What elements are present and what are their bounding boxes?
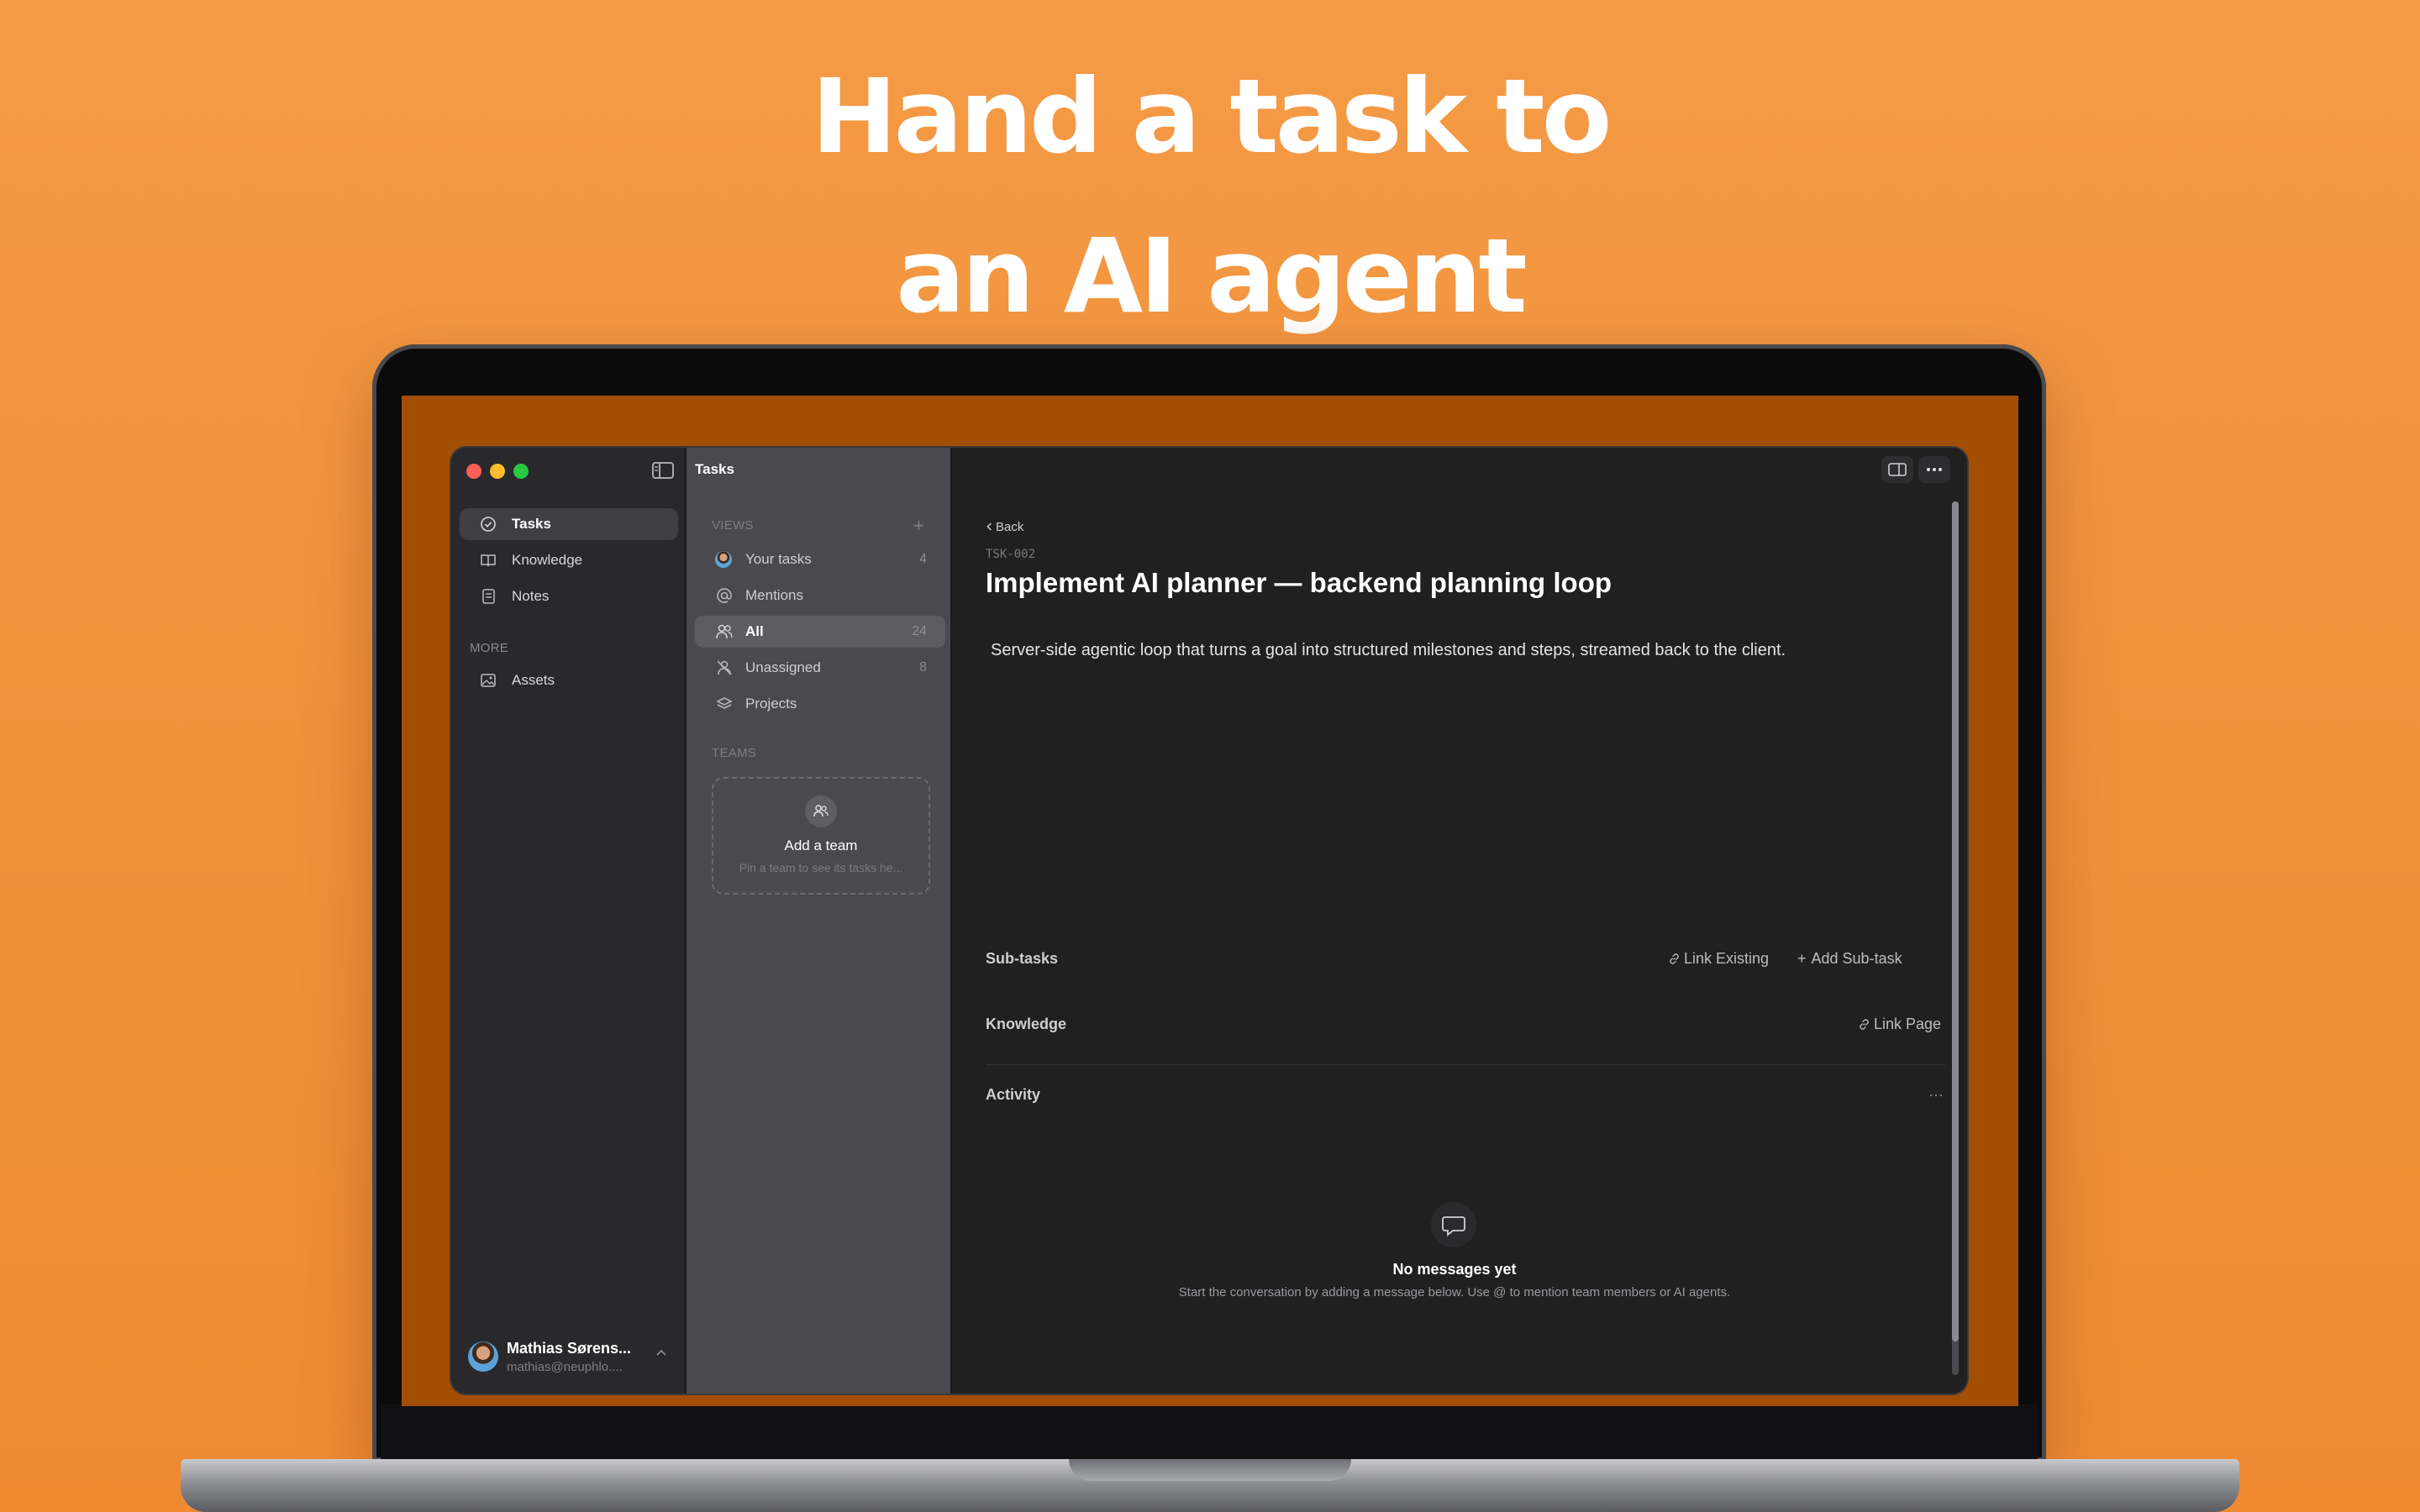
view-count: 4 [919,552,927,566]
app-window: Tasks Knowledge Notes MORE Assets Mathia… [451,448,1967,1394]
headline-line-1: Hand a task to [811,57,1612,176]
laptop-screen: Tasks Knowledge Notes MORE Assets Mathia… [402,396,2018,1406]
sidebar-item-label: Tasks [512,516,551,532]
sidebar-item-label: Notes [512,588,550,604]
scrollbar-thumb[interactable] [1952,501,1959,1341]
task-description[interactable]: Server-side agentic loop that turns a go… [991,641,1786,660]
laptop-notch [1069,1459,1351,1481]
view-label: Projects [745,696,797,711]
empty-state-subtitle: Start the conversation by adding a messa… [1178,1285,1731,1299]
split-view-button[interactable] [1881,456,1913,483]
activity-options-button[interactable]: ··· [1928,1086,1944,1104]
person-slash-icon [717,660,732,675]
views-section-label: VIEWS [712,518,754,533]
sidebar-item-label: Assets [512,672,555,688]
link-icon [1860,1019,1869,1030]
notes-icon [482,589,495,604]
sidebar-section-more: MORE [470,641,509,655]
plus-icon: + [1797,950,1807,967]
view-count: 24 [912,624,927,638]
user-email: mathias@neuphlo.... [507,1360,623,1374]
at-icon [717,588,732,603]
view-label: Unassigned [745,659,821,675]
view-label: All [745,623,764,639]
add-subtask-label: Add Sub-task [1811,950,1902,967]
sidebar-item-tasks[interactable]: Tasks [460,508,678,540]
back-button[interactable]: Back [986,520,1023,534]
view-count: 8 [919,660,927,675]
empty-state-title: No messages yet [1392,1261,1517,1278]
tasks-panel: Tasks VIEWS + Your tasks 4 Mentions All … [687,448,952,1394]
chat-bubble-icon [1431,1202,1476,1247]
task-detail: Back TSK-002 Implement AI planner — back… [952,448,1967,1394]
sidebar: Tasks Knowledge Notes MORE Assets Mathia… [451,448,687,1394]
add-team-title: Add a team [784,837,858,853]
knowledge-label: Knowledge [986,1016,1067,1032]
view-label: Your tasks [745,551,812,567]
link-page-label: Link Page [1874,1016,1942,1032]
view-all[interactable]: All 24 [695,616,945,648]
activity-label: Activity [986,1086,1041,1103]
image-icon [481,674,496,687]
add-team-subtitle: Pin a team to see its tasks he... [739,861,903,874]
avatar [468,1341,498,1372]
view-unassigned[interactable]: Unassigned 8 [695,652,945,684]
add-view-button[interactable]: + [913,515,924,537]
team-icon [805,795,837,827]
headline-line-2: an AI agent [896,217,1528,336]
sidebar-item-assets[interactable]: Assets [460,664,678,696]
zoom-window-button[interactable] [513,464,529,479]
task-id: TSK-002 [986,548,1036,561]
split-view-icon [1888,463,1907,476]
view-your-tasks[interactable]: Your tasks 4 [695,543,945,575]
link-page-button[interactable]: Link Page [1858,1016,1941,1033]
user-profile[interactable]: Mathias Sørens... mathias@neuphlo.... [460,1330,678,1382]
task-title[interactable]: Implement AI planner — backend planning … [986,567,1612,599]
user-name: Mathias Sørens... [507,1340,632,1357]
people-icon [716,624,733,639]
check-circle-icon [481,517,496,532]
sidebar-item-notes[interactable]: Notes [460,580,678,612]
avatar-icon [715,551,732,568]
divider [986,1064,1945,1065]
chevron-up-icon[interactable] [655,1347,668,1360]
add-subtask-button[interactable]: + Add Sub-task [1797,950,1902,968]
close-window-button[interactable] [466,464,481,479]
link-icon [1670,953,1679,964]
back-label: Back [996,520,1024,534]
panel-title: Tasks [695,461,734,477]
link-existing-label: Link Existing [1684,950,1770,967]
view-projects[interactable]: Projects [695,688,945,720]
more-options-button[interactable] [1918,456,1950,483]
subtasks-label: Sub-tasks [986,950,1059,967]
minimize-window-button[interactable] [490,464,505,479]
book-icon [481,554,496,567]
add-team-card[interactable]: Add a team Pin a team to see its tasks h… [712,777,930,895]
sidebar-item-knowledge[interactable]: Knowledge [460,544,678,576]
teams-section-label: TEAMS [712,746,757,760]
chevron-left-icon [986,522,992,531]
layers-icon [716,697,733,709]
sidebar-toggle-icon[interactable] [651,461,675,480]
view-label: Mentions [745,587,803,603]
sidebar-item-label: Knowledge [512,552,583,568]
view-mentions[interactable]: Mentions [695,580,945,612]
ellipsis-icon [1927,468,1942,471]
link-existing-button[interactable]: Link Existing [1668,950,1769,968]
laptop-chin [381,1404,2038,1459]
